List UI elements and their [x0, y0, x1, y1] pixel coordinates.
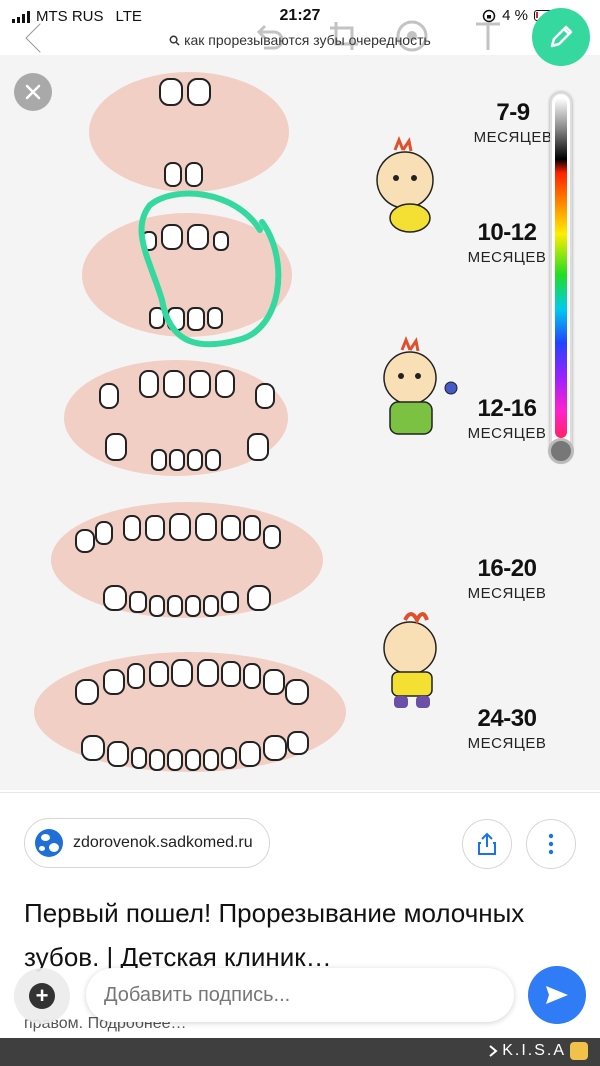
edit-toolbar: как прорезываются зубы очередность	[0, 0, 600, 70]
send-button[interactable]	[528, 966, 586, 1024]
caption-composer: +	[0, 960, 600, 1026]
pencil-button[interactable]	[532, 8, 590, 66]
age-range: 12-16	[477, 395, 537, 422]
draw-icon[interactable]	[394, 18, 430, 54]
color-slider[interactable]	[548, 92, 574, 464]
send-icon	[546, 986, 568, 1004]
watermark-text: K.I.S.A	[502, 1042, 566, 1059]
share-icon	[478, 832, 496, 855]
slider-knob[interactable]	[548, 438, 574, 464]
search-icon	[169, 35, 180, 46]
image-canvas[interactable]: 7-9 МЕСЯЦЕВ 10-12 МЕСЯЦЕВ 12-16 МЕСЯЦЕВ …	[0, 55, 600, 790]
caption-input[interactable]	[86, 968, 514, 1022]
age-range: 24-30	[477, 705, 537, 732]
baby-1-illustration	[376, 135, 434, 233]
close-button[interactable]	[14, 73, 52, 111]
crop-icon[interactable]	[326, 18, 362, 54]
bottom-bar: K.I.S.A	[0, 1038, 600, 1066]
age-unit: МЕСЯЦЕВ	[467, 425, 547, 442]
age-unit: МЕСЯЦЕВ	[467, 249, 547, 266]
source-domain: zdorovenok.sadkomed.ru	[73, 834, 253, 851]
age-label-5: 24-30 МЕСЯЦЕВ	[452, 705, 562, 752]
age-range: 16-20	[477, 555, 537, 582]
baby-2-illustration	[383, 335, 458, 435]
color-gradient	[555, 98, 567, 438]
age-unit: МЕСЯЦЕВ	[467, 585, 547, 602]
search-query: как прорезываются зубы очередность	[0, 32, 600, 48]
more-icon	[548, 833, 554, 855]
watermark: K.I.S.A	[488, 1042, 588, 1060]
chevron-right-icon	[489, 1045, 498, 1057]
pencil-icon	[550, 25, 573, 48]
baby-3-illustration	[383, 612, 437, 708]
age-label-4: 16-20 МЕСЯЦЕВ	[452, 555, 562, 602]
add-button[interactable]: +	[14, 968, 70, 1024]
more-options-button[interactable]	[526, 819, 576, 869]
close-icon	[25, 84, 41, 100]
age-label-3: 12-16 МЕСЯЦЕВ	[452, 395, 562, 442]
text-icon[interactable]	[470, 18, 506, 54]
share-button[interactable]	[462, 819, 512, 869]
globe-icon	[35, 829, 63, 857]
cat-icon	[570, 1042, 588, 1060]
age-label-2: 10-12 МЕСЯЦЕВ	[452, 219, 562, 266]
age-range: 10-12	[477, 219, 537, 246]
age-unit: МЕСЯЦЕВ	[467, 735, 547, 752]
undo-icon[interactable]	[250, 18, 286, 54]
plus-icon: +	[29, 983, 55, 1009]
source-chip[interactable]: zdorovenok.sadkomed.ru	[24, 818, 270, 868]
